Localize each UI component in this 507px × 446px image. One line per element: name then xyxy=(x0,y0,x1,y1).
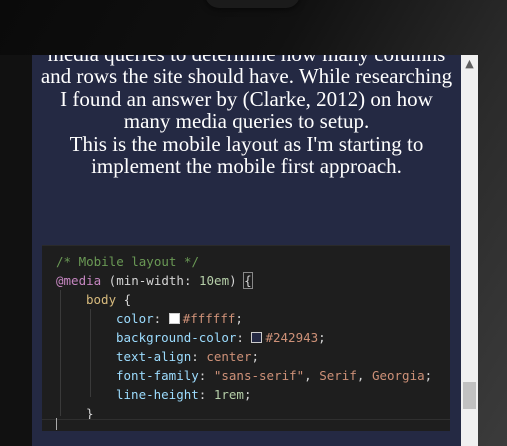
at-rule: @media xyxy=(56,273,102,288)
article-text: media queries to determine how many colu… xyxy=(40,55,453,177)
code-line-background: background-color: #242943; xyxy=(116,330,326,345)
value-text-align: center xyxy=(206,349,252,364)
scroll-up-arrow-icon[interactable]: ▲ xyxy=(461,55,478,72)
media-condition-close: ) xyxy=(229,273,245,288)
article-panel: media queries to determine how many colu… xyxy=(32,55,461,446)
color-swatch[interactable] xyxy=(168,313,180,324)
code-line-color: color: #ffffff; xyxy=(116,311,243,326)
selector-brace: { xyxy=(116,292,132,307)
background-swatch[interactable] xyxy=(251,332,263,343)
code-line-font-family: font-family: "sans-serif", Serif, Georgi… xyxy=(116,368,433,383)
selector: body xyxy=(86,292,117,307)
code-line-media: @media (min-width: 10em) { xyxy=(56,271,253,290)
text-cursor xyxy=(56,418,57,430)
matched-brace: { xyxy=(243,272,253,289)
indent-guide xyxy=(60,290,61,416)
prop-text-align: text-align xyxy=(116,349,192,364)
code-line-close: } xyxy=(86,404,94,423)
paragraph-media-queries: media queries to determine how many colu… xyxy=(40,55,453,134)
paragraph-mobile-layout: This is the mobile layout as I'm startin… xyxy=(69,131,424,179)
code-comment: /* Mobile layout */ xyxy=(56,254,199,269)
code-line-text-align: text-align: center; xyxy=(116,349,260,364)
min-width-value: 10em xyxy=(199,273,230,288)
value-line-height: 1rem xyxy=(213,387,244,402)
value-font-1: "sans-serif" xyxy=(213,368,305,383)
media-condition-open: (min-width: xyxy=(101,273,199,288)
code-line-line-height: line-height: 1rem; xyxy=(116,387,252,402)
code-line-comment: /* Mobile layout */ xyxy=(56,252,199,271)
value-font-3: Georgia xyxy=(371,368,425,383)
value-background-color: #242943 xyxy=(265,330,319,345)
value-font-2: Serif xyxy=(319,368,357,383)
indent-guide xyxy=(90,309,91,397)
prop-font-family: font-family xyxy=(116,368,199,383)
code-divider xyxy=(42,419,450,420)
code-block: /* Mobile layout */ @media (min-width: 1… xyxy=(42,245,450,431)
prop-background-color: background-color xyxy=(116,330,237,345)
left-gutter xyxy=(0,55,32,446)
prop-color: color xyxy=(116,311,154,326)
top-bezel xyxy=(205,0,300,8)
scroll-thumb[interactable] xyxy=(463,382,476,409)
value-color: #ffffff xyxy=(182,311,236,326)
vertical-scrollbar[interactable]: ▲ xyxy=(461,55,478,446)
code-line-selector: body { xyxy=(86,290,131,309)
prop-line-height: line-height xyxy=(116,387,199,402)
